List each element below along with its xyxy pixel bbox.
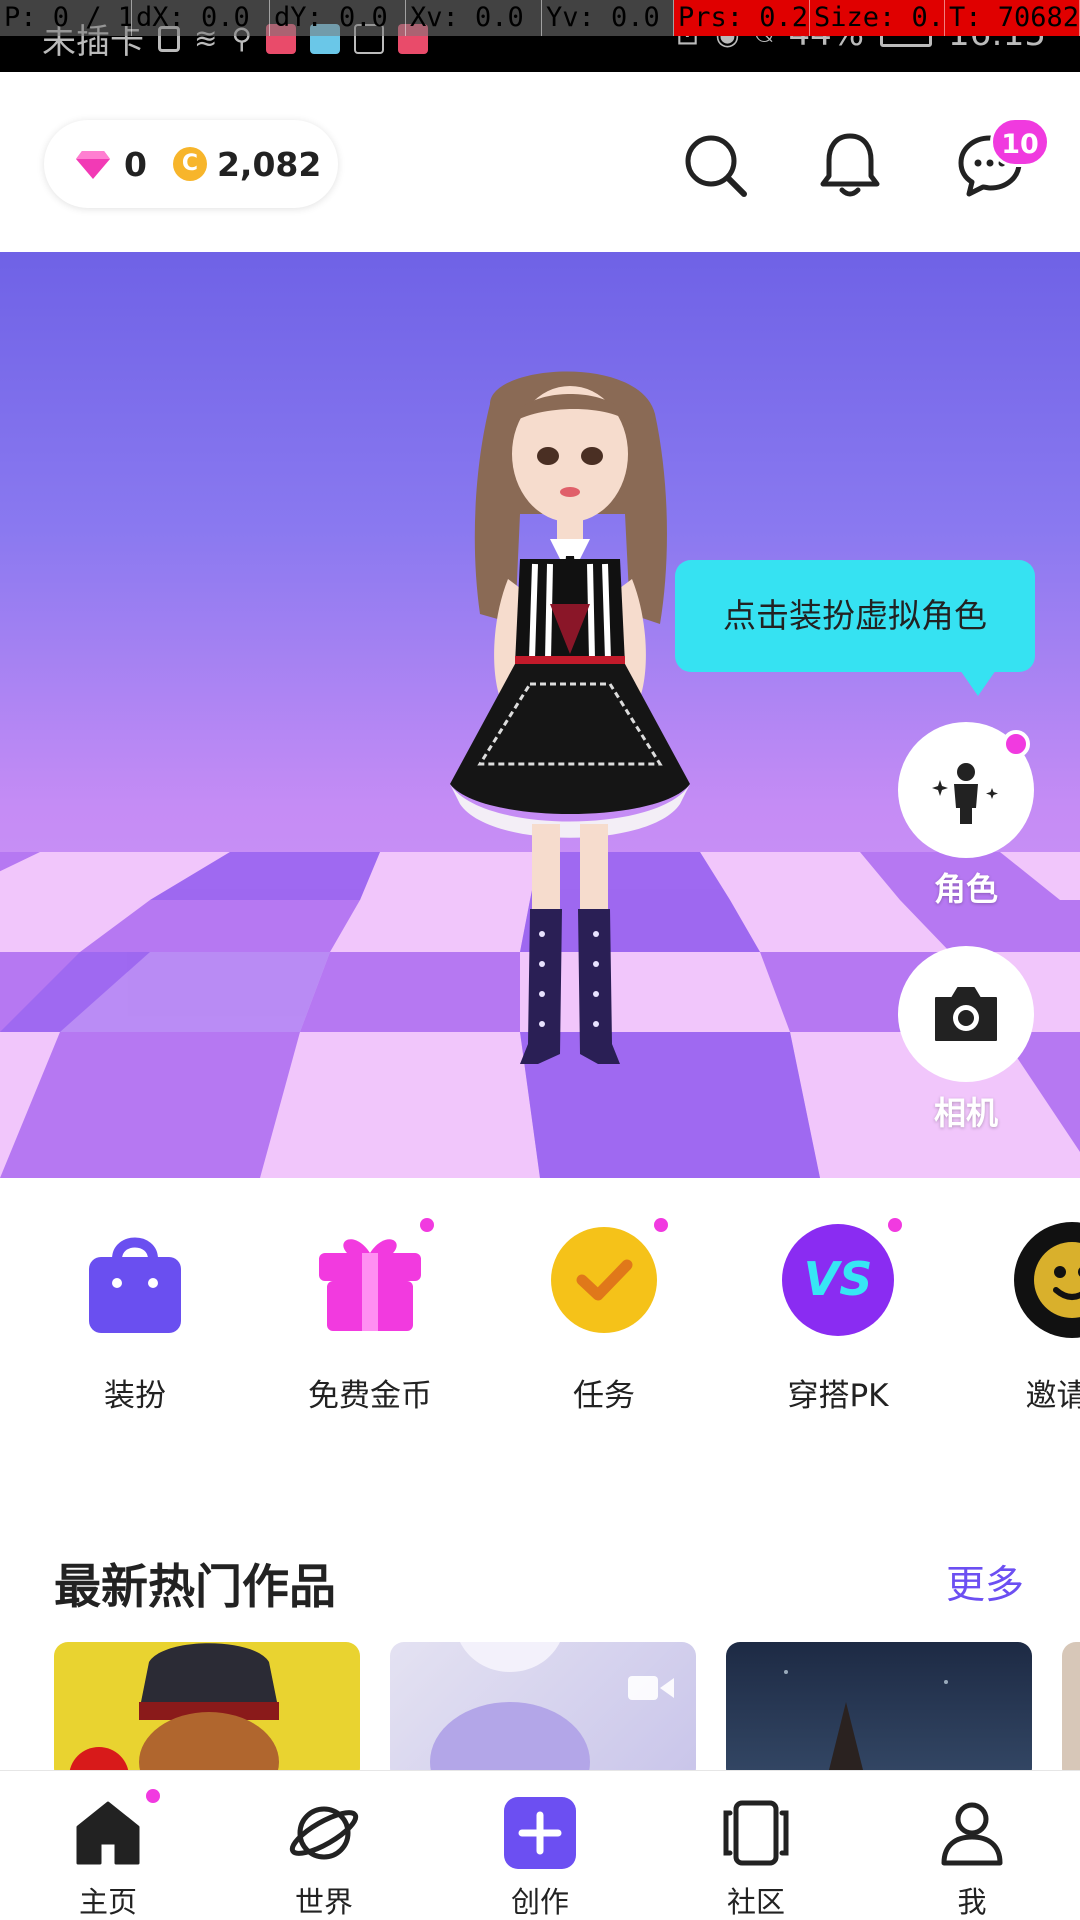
quick-actions: 装扮 免费金币 任务 VS 穿搭PK 邀请 <box>0 1218 1080 1420</box>
nav-create[interactable]: 创作 <box>432 1771 648 1920</box>
debug-time: T: 706827 <box>945 0 1080 36</box>
avatar-character[interactable] <box>420 364 720 1104</box>
quick-action-invite[interactable]: 邀请有 <box>972 1220 1080 1415</box>
debug-pointer: P: 0 / 1 <box>0 0 132 36</box>
hot-works-list <box>54 1642 1080 1772</box>
versus-text: VS <box>803 1252 873 1306</box>
profile-icon <box>941 1802 1003 1866</box>
quick-action-label: 穿搭PK <box>787 1378 889 1414</box>
check-badge-icon <box>544 1220 664 1340</box>
work-thumbnail <box>430 1642 590 1772</box>
quick-action-label: 邀请有 <box>1025 1378 1080 1414</box>
cards-icon <box>723 1800 789 1866</box>
nav-me[interactable]: 我 <box>864 1771 1080 1920</box>
debug-dx: dX: 0.0 <box>132 0 270 36</box>
quick-action-label: 任务 <box>573 1378 635 1414</box>
nav-label: 创作 <box>510 1885 569 1919</box>
gift-icon <box>310 1220 430 1340</box>
bottom-navigation: 主页 世界 创作 社区 我 <box>0 1770 1080 1920</box>
nav-label: 社区 <box>726 1885 785 1919</box>
nav-label: 主页 <box>78 1885 137 1919</box>
debug-pressure: Prs: 0.20 <box>674 0 810 36</box>
work-card[interactable] <box>54 1642 360 1772</box>
notification-dot <box>888 1218 902 1232</box>
nav-home[interactable]: 主页 <box>0 1771 216 1920</box>
work-card[interactable] <box>1062 1642 1080 1772</box>
dress-up-tooltip: 点击装扮虚拟角色 <box>675 560 1035 696</box>
currency-pill[interactable]: 0 C 2,082 <box>44 120 338 208</box>
planet-icon <box>289 1806 359 1860</box>
hot-works-title: 最新热门作品 <box>54 1560 336 1615</box>
notification-dot <box>654 1218 668 1232</box>
camera-icon <box>935 987 997 1041</box>
character-label: 角色 <box>933 870 998 908</box>
message-badge: 10 <box>990 117 1050 167</box>
gem-count: 0 <box>124 144 147 184</box>
debug-yv: Yv: 0.0 <box>542 0 674 36</box>
coin-count: 2,082 <box>216 144 322 184</box>
status-bar: 未插卡 ≋ ⚲ ⊡ ◉ ⍉ 44% 16:15 P: 0 / 1 dX: 0.0… <box>0 0 1080 72</box>
nav-community[interactable]: 社区 <box>648 1771 864 1920</box>
pointer-debug-overlay: P: 0 / 1 dX: 0.0 dY: 0.0 Xv: 0.0 Yv: 0.0… <box>0 0 1080 36</box>
avatar-stage[interactable]: 点击装扮虚拟角色 角色 相机 <box>0 252 1080 1178</box>
versus-icon: VS <box>778 1220 898 1340</box>
coin-icon: C <box>172 147 207 181</box>
debug-xv: Xv: 0.0 <box>406 0 542 36</box>
notification-dot <box>146 1789 160 1803</box>
quick-action-label: 装扮 <box>104 1378 166 1414</box>
nav-world[interactable]: 世界 <box>216 1771 432 1920</box>
camera-label: 相机 <box>933 1094 998 1132</box>
home-icon <box>76 1801 140 1865</box>
more-link[interactable]: 更多 <box>946 1554 1024 1610</box>
quick-action-dress-up[interactable]: 装扮 <box>35 1220 235 1415</box>
shopping-bag-icon <box>75 1220 195 1340</box>
quick-action-outfit-pk[interactable]: VS 穿搭PK <box>738 1218 938 1415</box>
smiley-badge-icon <box>1012 1220 1080 1340</box>
character-notification-dot <box>1002 730 1030 758</box>
plus-icon <box>504 1797 576 1869</box>
top-header: 0 C 2,082 <box>0 72 1080 252</box>
character-sparkle-icon <box>932 763 998 824</box>
work-card[interactable] <box>390 1642 696 1772</box>
gem-icon <box>76 151 110 179</box>
nav-label: 我 <box>957 1885 987 1919</box>
debug-dy: dY: 0.0 <box>270 0 406 36</box>
work-thumbnail <box>784 1670 948 1772</box>
work-card[interactable] <box>726 1642 1032 1772</box>
search-icon[interactable] <box>680 130 750 200</box>
debug-size: Size: 0.40 <box>810 0 945 36</box>
quick-action-tasks[interactable]: 任务 <box>504 1218 704 1415</box>
quick-action-free-coins[interactable]: 免费金币 <box>270 1218 470 1415</box>
bell-icon[interactable] <box>815 130 885 200</box>
video-icon <box>628 1676 674 1700</box>
notification-dot <box>420 1218 434 1232</box>
nav-label: 世界 <box>294 1885 353 1919</box>
work-thumbnail <box>69 1643 279 1772</box>
quick-action-label: 免费金币 <box>308 1378 432 1414</box>
camera-button[interactable] <box>898 946 1034 1082</box>
